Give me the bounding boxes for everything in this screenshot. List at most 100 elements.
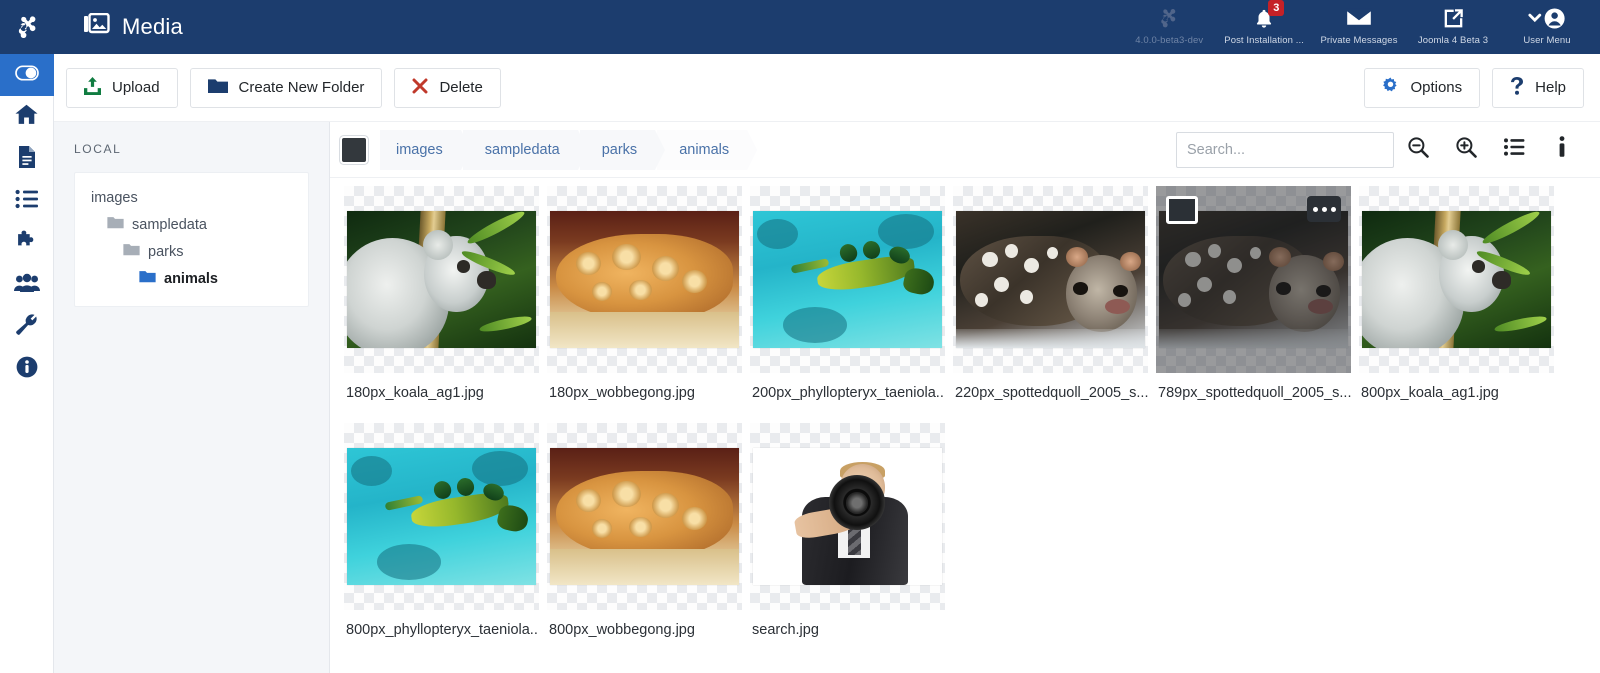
create-new-folder-button[interactable]: Create New Folder (189, 67, 383, 108)
media-image-icon (84, 12, 110, 42)
question-mark-icon (1510, 76, 1524, 99)
tree-node-sampledata[interactable]: sampledata (85, 211, 298, 238)
help-label: Help (1535, 79, 1566, 96)
upload-icon (84, 76, 101, 99)
tree-node-parks[interactable]: parks (85, 238, 298, 265)
tree-node-images[interactable]: images (85, 185, 298, 211)
media-item[interactable]: 180px_wobbegong.jpg (543, 186, 746, 401)
folder-icon (123, 243, 140, 260)
delete-button[interactable]: Delete (394, 67, 501, 108)
header-private-messages-item[interactable]: Private Messages (1312, 0, 1406, 46)
tree-node-animals[interactable]: animals (85, 265, 298, 292)
media-thumbnail[interactable] (750, 423, 945, 610)
media-item-name: 200px_phyllopteryx_taeniola... (752, 385, 945, 401)
media-content: images sampledata parks animals Search..… (330, 122, 1600, 673)
list-icon (15, 188, 39, 215)
tree-heading: LOCAL (74, 142, 122, 156)
toggle-icon (14, 61, 39, 90)
media-item[interactable]: 180px_koala_ag1.jpg (340, 186, 543, 401)
toolbar-right-group: Options Help (1352, 67, 1584, 108)
sidebar-item-home[interactable] (0, 96, 54, 138)
media-thumbnail[interactable] (1156, 186, 1351, 373)
zoom-in-button[interactable] (1442, 128, 1490, 172)
view-controls (1176, 128, 1586, 172)
media-item[interactable]: search.jpg (746, 423, 949, 638)
breadcrumb-label: sampledata (484, 141, 560, 158)
media-item[interactable]: 200px_phyllopteryx_taeniola... (746, 186, 949, 401)
toggle-info-button[interactable] (1538, 128, 1586, 172)
header-site-link-item[interactable]: Joomla 4 Beta 3 (1406, 0, 1500, 46)
joomla-logo-icon[interactable] (0, 0, 56, 54)
breadcrumb-item-images[interactable]: images (380, 129, 471, 170)
media-thumbnail[interactable] (344, 423, 539, 610)
breadcrumb-label: images (396, 141, 443, 158)
media-thumbnail[interactable] (953, 186, 1148, 373)
tree-label: parks (148, 243, 184, 260)
breadcrumb-thumbnail-icon[interactable] (342, 137, 366, 162)
main-body: LOCAL images sampledata parks animals im… (54, 122, 1600, 673)
header-version-label: 4.0.0-beta3-dev (1135, 35, 1204, 46)
sidebar-icon-rail (0, 54, 54, 673)
media-item-name: 180px_koala_ag1.jpg (346, 385, 484, 401)
breadcrumb-item-sampledata[interactable]: sampledata (462, 129, 588, 170)
media-thumbnail[interactable] (344, 186, 539, 373)
zoom-out-icon (1407, 136, 1429, 163)
sidebar-item-components[interactable] (0, 222, 54, 264)
media-image (347, 448, 536, 585)
breadcrumb-item-parks[interactable]: parks (579, 129, 666, 170)
header-right-menu: 4.0.0-beta3-dev 3 Post Installation ... … (1122, 0, 1600, 54)
page-title: Media (122, 14, 183, 39)
wrench-icon (14, 312, 39, 342)
upload-label: Upload (112, 79, 160, 96)
breadcrumb-bar: images sampledata parks animals (330, 122, 1600, 178)
media-item-checkbox[interactable] (1166, 196, 1198, 224)
sidebar-item-toggle-menu[interactable] (0, 54, 54, 96)
sidebar-item-menus[interactable] (0, 180, 54, 222)
sidebar-item-users[interactable] (0, 264, 54, 306)
users-icon (13, 272, 40, 299)
zoom-out-button[interactable] (1394, 128, 1442, 172)
sidebar-item-help[interactable] (0, 348, 54, 390)
media-thumbnail[interactable] (1359, 186, 1554, 373)
media-item-name: 800px_koala_ag1.jpg (1361, 385, 1499, 401)
folder-icon (107, 216, 124, 233)
breadcrumb-item-animals[interactable]: animals (657, 129, 758, 170)
media-thumbnail[interactable] (547, 186, 742, 373)
page-title-group: Media (84, 12, 183, 42)
media-image (753, 448, 942, 585)
sidebar-item-system[interactable] (0, 306, 54, 348)
puzzle-icon (14, 229, 39, 258)
media-item[interactable]: 800px_phyllopteryx_taeniola... (340, 423, 543, 638)
breadcrumb-label: parks (601, 141, 638, 158)
upload-button[interactable]: Upload (66, 67, 178, 108)
list-view-icon (1503, 138, 1525, 161)
header-user-menu-label: User Menu (1523, 35, 1571, 46)
folder-tree-panel: LOCAL images sampledata parks animals (54, 122, 330, 673)
media-item[interactable]: 800px_wobbegong.jpg (543, 423, 746, 638)
help-button[interactable]: Help (1492, 67, 1584, 108)
media-item-name: 220px_spottedquoll_2005_s... (955, 385, 1148, 401)
options-label: Options (1410, 79, 1463, 96)
app-header: Media 4.0.0-beta3-dev 3 Post Installatio… (0, 0, 1600, 54)
header-user-menu-item[interactable]: User Menu (1500, 0, 1594, 46)
media-item-selected[interactable]: 789px_spottedquoll_2005_s... (1152, 186, 1355, 401)
media-thumbnail[interactable] (750, 186, 945, 373)
external-link-icon (1442, 5, 1465, 31)
ellipsis-dot-icon (1330, 206, 1336, 212)
media-item[interactable]: 220px_spottedquoll_2005_s... (949, 186, 1152, 401)
folder-tree: images sampledata parks animals (74, 172, 309, 307)
media-item[interactable]: 800px_koala_ag1.jpg (1355, 186, 1558, 401)
media-thumbnail[interactable] (547, 423, 742, 610)
header-post-installation-item[interactable]: 3 Post Installation ... (1216, 0, 1312, 46)
media-grid-wrapper: 180px_koala_ag1.jpg 180px_wobbegong.jpg … (330, 178, 1600, 673)
options-button[interactable]: Options (1364, 67, 1481, 108)
ellipsis-dot-icon (1312, 206, 1318, 212)
media-grid: 180px_koala_ag1.jpg 180px_wobbegong.jpg … (330, 186, 1600, 660)
search-input[interactable] (1176, 131, 1394, 168)
toggle-list-view-button[interactable] (1490, 128, 1538, 172)
media-item-actions-button[interactable] (1307, 196, 1341, 222)
sidebar-item-content[interactable] (0, 138, 54, 180)
breadcrumb: images sampledata parks animals (380, 129, 758, 170)
header-post-installation-label: Post Installation ... (1224, 35, 1304, 46)
header-version-item[interactable]: 4.0.0-beta3-dev (1122, 0, 1216, 46)
